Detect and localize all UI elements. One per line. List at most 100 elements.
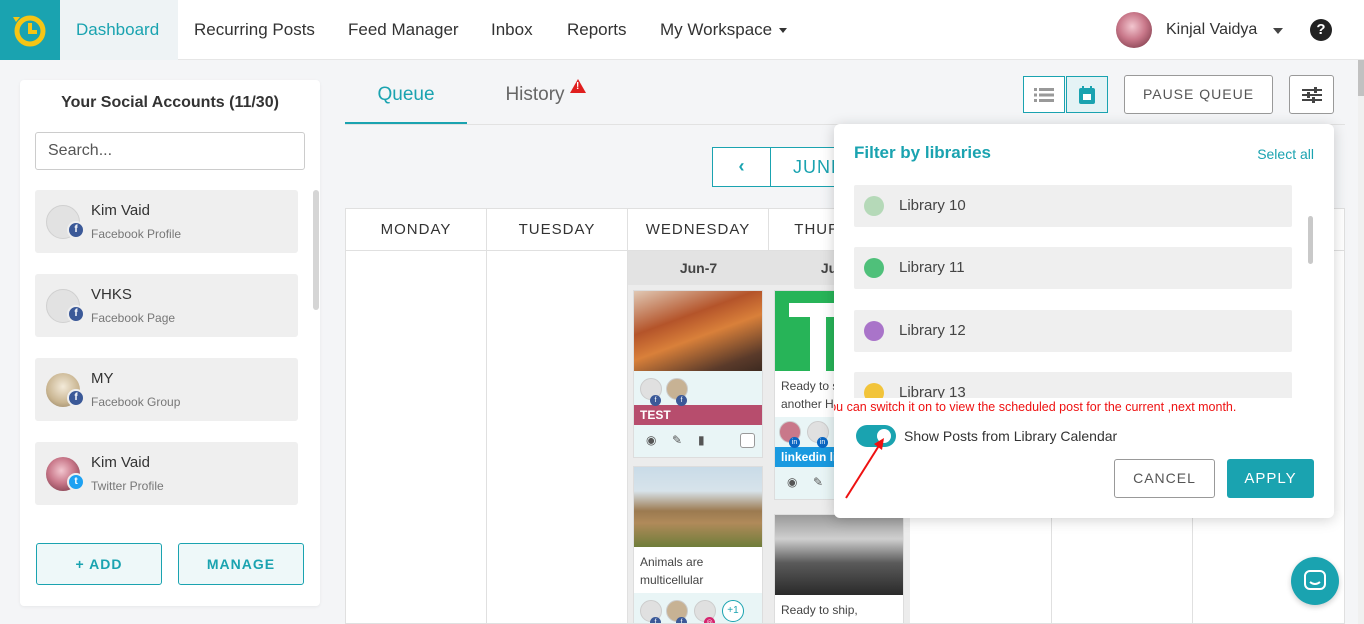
facebook-icon: f — [67, 389, 85, 407]
account-name: Kim Vaid — [91, 202, 150, 219]
post-card[interactable]: Animals are multicellular f f ◎ +1 — [633, 466, 763, 623]
library-name: Library 11 — [899, 259, 965, 276]
library-item[interactable]: Library 10 — [854, 185, 1292, 227]
account-type: Facebook Profile — [91, 227, 182, 241]
post-actions: ◉ ✎ ▮ — [634, 425, 762, 457]
account-card[interactable]: f MY Facebook Group — [35, 358, 298, 421]
linkedin-icon: in — [817, 437, 828, 448]
facebook-icon: f — [676, 395, 687, 406]
column-divider — [486, 251, 487, 623]
filter-button[interactable] — [1289, 75, 1334, 114]
list-view-button[interactable] — [1023, 76, 1065, 113]
post-image — [634, 291, 762, 371]
date-label-jun-7: Jun-7 — [628, 251, 769, 285]
account-type: Facebook Page — [91, 311, 176, 325]
library-list: Library 10 Library 11 Library 12 Library… — [854, 185, 1294, 402]
account-name: MY — [91, 370, 114, 387]
popup-title: Filter by libraries — [854, 143, 991, 162]
eye-icon[interactable]: ◉ — [646, 433, 656, 447]
top-navbar: Dashboard Recurring Posts Feed Manager I… — [0, 0, 1364, 60]
chat-icon — [1304, 570, 1326, 590]
page-scrollbar[interactable] — [1358, 60, 1364, 624]
app-logo[interactable] — [0, 0, 60, 60]
user-avatar[interactable] — [1116, 12, 1152, 48]
post-image — [775, 515, 903, 595]
linkedin-icon: in — [789, 437, 800, 448]
help-icon[interactable]: ? — [1310, 19, 1332, 41]
account-name: Kim Vaid — [91, 454, 150, 471]
warning-mark: ! — [576, 81, 580, 92]
post-card[interactable]: Ready to ship, another HG5900 drill — [774, 514, 904, 623]
library-name: Library 10 — [899, 197, 966, 214]
nav-recurring-posts[interactable]: Recurring Posts — [178, 0, 331, 60]
logo-shape — [810, 303, 826, 371]
facebook-icon: f — [650, 395, 661, 406]
post-card[interactable]: f f TEST ◉ ✎ ▮ — [633, 290, 763, 458]
account-search-input[interactable] — [35, 132, 305, 170]
tab-queue[interactable]: Queue — [345, 76, 467, 124]
month-navigator: ‹ JUNE — [712, 147, 852, 187]
day-header-wednesday: WEDNESDAY — [628, 209, 769, 251]
nav-feed-manager[interactable]: Feed Manager — [332, 0, 475, 60]
nav-reports[interactable]: Reports — [551, 0, 643, 60]
facebook-icon: f — [67, 305, 85, 323]
post-accounts: f f ◎ +1 — [634, 593, 762, 623]
post-image — [634, 467, 762, 547]
previous-month-button[interactable]: ‹ — [713, 148, 771, 186]
instagram-icon: ◎ — [704, 617, 715, 623]
page-scrollbar-thumb[interactable] — [1358, 60, 1364, 96]
post-text: Animals are multicellular — [640, 555, 704, 587]
calendar-icon — [1079, 85, 1095, 104]
nav-inbox[interactable]: Inbox — [475, 0, 549, 60]
account-type: Twitter Profile — [91, 479, 164, 493]
annotation-arrow-icon — [845, 438, 884, 499]
manage-accounts-button[interactable]: MANAGE — [178, 543, 304, 585]
nav-my-workspace-label: My Workspace — [660, 20, 773, 39]
nav-my-workspace[interactable]: My Workspace — [644, 0, 803, 60]
chat-support-button[interactable] — [1291, 557, 1339, 605]
warning-icon: ! — [570, 79, 586, 93]
facebook-icon: f — [650, 617, 661, 623]
library-item[interactable]: Library 12 — [854, 310, 1292, 352]
toggle-label: Show Posts from Library Calendar — [904, 428, 1118, 444]
post-select-checkbox[interactable] — [740, 433, 755, 448]
more-accounts-badge[interactable]: +1 — [722, 600, 744, 622]
user-name[interactable]: Kinjal Vaidya — [1166, 0, 1257, 60]
cancel-button[interactable]: CANCEL — [1114, 459, 1215, 498]
filter-by-libraries-popup: Filter by libraries Select all Library 1… — [834, 124, 1334, 518]
select-all-link[interactable]: Select all — [1257, 146, 1314, 162]
social-accounts-title: Your Social Accounts (11/30) — [61, 94, 279, 111]
accounts-scrollbar[interactable] — [313, 190, 319, 310]
edit-icon[interactable]: ✎ — [813, 475, 823, 489]
eye-icon[interactable]: ◉ — [787, 475, 797, 489]
post-accounts: f f — [634, 371, 762, 406]
account-card[interactable]: f Kim Vaid Facebook Profile — [35, 190, 298, 253]
add-account-button[interactable]: + ADD — [36, 543, 162, 585]
edit-icon[interactable]: ✎ — [672, 433, 682, 447]
library-name: Library 12 — [899, 322, 966, 339]
day-header-tuesday: TUESDAY — [487, 209, 628, 251]
pause-queue-button[interactable]: PAUSE QUEUE — [1124, 75, 1273, 114]
nav-dashboard[interactable]: Dashboard — [60, 0, 178, 60]
chevron-down-icon — [778, 28, 787, 34]
facebook-icon: f — [67, 221, 85, 239]
trash-icon[interactable]: ▮ — [698, 433, 705, 447]
clock-logo-icon — [13, 15, 46, 47]
library-tag: TEST — [634, 405, 762, 425]
sliders-icon — [1301, 86, 1322, 103]
social-accounts-panel: Your Social Accounts (11/30) f Kim Vaid … — [20, 80, 320, 606]
library-list-scrollbar[interactable] — [1308, 216, 1313, 264]
account-name: VHKS — [91, 286, 132, 303]
apply-button[interactable]: APPLY — [1227, 459, 1314, 498]
day-header-monday: MONDAY — [346, 209, 487, 251]
account-card[interactable]: t Kim Vaid Twitter Profile — [35, 442, 298, 505]
calendar-view-button[interactable] — [1066, 76, 1108, 113]
post-text: Ready to ship, another HG5900 drill — [781, 603, 892, 623]
account-type: Facebook Group — [91, 395, 181, 409]
library-color-dot — [864, 196, 884, 216]
facebook-icon: f — [676, 617, 687, 623]
user-menu-caret-icon[interactable] — [1273, 28, 1283, 34]
library-item[interactable]: Library 11 — [854, 247, 1292, 289]
list-icon — [1034, 87, 1054, 102]
account-card[interactable]: f VHKS Facebook Page — [35, 274, 298, 337]
